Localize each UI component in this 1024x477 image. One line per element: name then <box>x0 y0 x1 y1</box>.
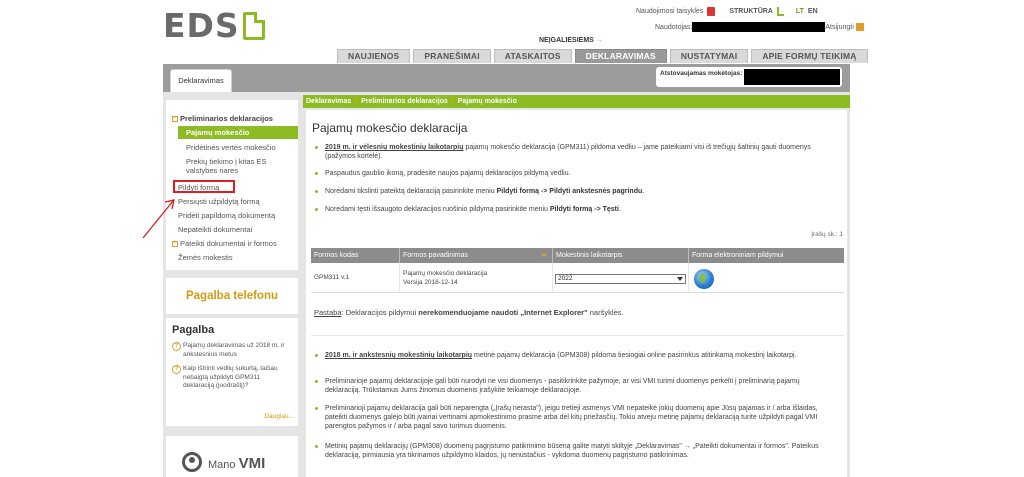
question-icon: ? <box>172 342 181 351</box>
mano-vmi-logo-icon <box>182 452 202 472</box>
expand-icon <box>172 239 178 248</box>
info-bullet: 2019 m. ir vėlesnių mokestinių laikotarp… <box>312 143 832 161</box>
phone-help-label: Pagalba telefonu <box>185 290 279 302</box>
globe-icon[interactable] <box>694 269 714 289</box>
content-panel: Pajamų mokesčio deklaracija 2019 m. ir v… <box>306 110 847 477</box>
question-icon: ? <box>172 365 181 374</box>
column-header[interactable]: Formos pavadinimas <box>400 248 553 263</box>
info-bullet: Metinių pajamų deklaracijų (GPM308) duom… <box>312 442 832 460</box>
info-bullet: Preliminarioji pajamų deklaracija gali b… <box>312 404 832 431</box>
sidebar-section-pateikti[interactable]: Pateikti dokumentai ir formos <box>172 239 277 248</box>
help-box: Pagalba ? Pajamų deklaravimas už 2018 m.… <box>166 318 298 426</box>
red-arrow-icon <box>142 199 175 239</box>
page-title: Pajamų mokesčio deklaracija <box>312 121 468 135</box>
tab-pranesimai[interactable]: PRANEŠIMAI <box>413 49 491 63</box>
cell-electronic-form <box>689 263 844 293</box>
breadcrumb-separator: » <box>354 98 359 105</box>
phone-help-box[interactable]: Pagalba telefonu <box>166 278 298 314</box>
help-title: Pagalba <box>172 324 215 336</box>
structure-link[interactable]: STRUKTŪRA <box>729 8 773 15</box>
column-header[interactable]: Formos kodas <box>311 248 400 263</box>
breadcrumb-item[interactable]: Deklaravimas <box>306 98 351 105</box>
user-label: Naudotojas: <box>655 23 693 31</box>
represented-payer-box: Atstovaujamas mokėtojas: <box>656 67 842 87</box>
column-header[interactable]: Mokestinis laikotarpis <box>553 248 689 263</box>
lang-lt-link[interactable]: LT <box>796 8 804 15</box>
tab-deklaravimas[interactable]: DEKLARAVIMAS <box>574 49 667 63</box>
logout-link[interactable]: Atsijungti <box>825 24 853 31</box>
breadcrumb-item[interactable]: Preliminarios deklaracijos <box>361 98 448 105</box>
logo-document-icon <box>242 12 265 40</box>
represented-payer-label: Atstovaujamas mokėtojas: <box>660 70 743 77</box>
structure-icon <box>776 7 784 16</box>
info-bullet: 2018 m. ir ankstesnių mokestinių laikota… <box>312 351 832 360</box>
pdf-icon <box>707 7 716 16</box>
lang-en-link[interactable]: EN <box>808 8 818 15</box>
represented-payer-redacted <box>744 69 840 85</box>
sidebar-section-label: Pateikti dokumentai ir formos <box>180 239 277 248</box>
info-bullet: Paspaudus gaublio ikoną, pradėsite naujo… <box>312 169 832 178</box>
info-bullet: Norėdami tęsti išsaugoto deklaracijos ru… <box>312 205 832 214</box>
tab-nustatymai[interactable]: NUSTATYMAI <box>669 49 749 63</box>
user-name-redacted <box>692 22 826 32</box>
help-link[interactable]: ? Kaip ištrinti vedlių sukurtą, tačiau n… <box>172 365 292 391</box>
sidebar-item-persiusti[interactable]: Persiųsti užpildytą formą <box>178 197 260 206</box>
table-header: Formos kodas Formos pavadinimas Mokestin… <box>311 248 844 263</box>
user-row: Naudotojas: Atsijungti <box>655 22 864 32</box>
sidebar-section-label: Preliminarios deklaracijos <box>180 114 273 123</box>
mano-vmi-banner[interactable]: Mano VMI <box>166 436 298 477</box>
info-bullet: Preliminarioje pajamų deklaracijoje gali… <box>312 377 832 395</box>
subtab-deklaravimas[interactable]: Deklaravimas <box>170 69 232 92</box>
collapse-icon <box>172 114 178 123</box>
main-tabs: NAUJIENOS PRANEŠIMAI ATASKAITOS DEKLARAV… <box>337 49 868 63</box>
more-link[interactable]: Daugiau... <box>264 413 294 420</box>
tab-naujienos[interactable]: NAUJIENOS <box>337 49 411 63</box>
cell-form-code: GPM311 v.1 <box>311 263 400 293</box>
tab-apie-formu-teikima[interactable]: APIE FORMŲ TEIKIMĄ <box>751 49 868 63</box>
divider <box>311 335 844 336</box>
accessibility-link[interactable]: NEĮGALIESIEMS → <box>539 37 603 44</box>
breadcrumb-separator: » <box>450 98 455 105</box>
rules-link[interactable]: Naudojimosi taisyklės <box>636 8 703 15</box>
sidebar-item-prideti-dokumenta[interactable]: Pridėti papildomą dokumentą <box>178 211 275 220</box>
sidebar-item-pajamu-mokescio[interactable]: Pajamų mokesčio <box>178 126 298 139</box>
period-link[interactable]: 2018 m. ir ankstesnių mokestinių laikota… <box>325 352 472 359</box>
cell-period: 2022 <box>553 263 689 293</box>
info-bullet: Norėdami tikslinti pateiktą deklaraciją … <box>312 187 832 196</box>
note: Pastaba: Deklaracijos pildymui nerekomen… <box>314 308 624 317</box>
help-link-text: Kaip ištrinti vedlių sukurtą, tačiau neb… <box>183 365 278 389</box>
tab-ataskaitos[interactable]: ATASKAITOS <box>493 49 572 63</box>
column-header[interactable]: Forma elektroniniam pildymui <box>689 248 844 263</box>
mano-vmi-text: Mano VMI <box>208 455 266 472</box>
sidebar-item-pvm[interactable]: Pridėtinės vertės mokesčio <box>186 143 276 152</box>
help-link-text: Pajamų deklaravimas už 2018 m. ir ankste… <box>183 342 285 358</box>
period-select[interactable]: 2022 <box>555 274 686 284</box>
arrow-right-icon: → <box>595 37 603 44</box>
sidebar-item-zemes-mokestis[interactable]: Žemės mokestis <box>178 253 233 262</box>
sidebar-item-nepateikti[interactable]: Nepateikti dokumentai <box>178 225 252 234</box>
top-links: Naudojimosi taisyklės STRUKTŪRA LT EN <box>636 7 818 16</box>
sidebar-section-preliminary[interactable]: Preliminarios deklaracijos <box>172 114 273 123</box>
logout-icon[interactable] <box>855 23 864 31</box>
help-link[interactable]: ? Pajamų deklaravimas už 2018 m. ir anks… <box>172 342 292 359</box>
breadcrumb: Deklaravimas» Preliminarios deklaracijos»… <box>303 95 850 108</box>
period-link[interactable]: 2019 m. ir vėlesnių mokestinių laikotarp… <box>325 144 464 151</box>
logo-text: EDS <box>163 6 240 45</box>
breadcrumb-current: Pajamų mokesčio <box>457 98 517 105</box>
sidebar-item-prekiu-tiekimo[interactable]: Prekių tiekimo į kitas ES valstybes nare… <box>186 157 291 175</box>
records-count: Įrašų sk.: 1 <box>811 231 843 238</box>
sidebar-menu: Preliminarios deklaracijos Pajamų mokesč… <box>166 100 298 270</box>
table-row: GPM311 v.1 Pajamų mokesčio deklaracija V… <box>311 263 844 293</box>
cell-form-name: Pajamų mokesčio deklaracija Versija 2018… <box>400 263 553 293</box>
accessibility-label: NEĮGALIESIEMS <box>539 37 594 44</box>
eds-logo[interactable]: EDS <box>163 6 265 45</box>
